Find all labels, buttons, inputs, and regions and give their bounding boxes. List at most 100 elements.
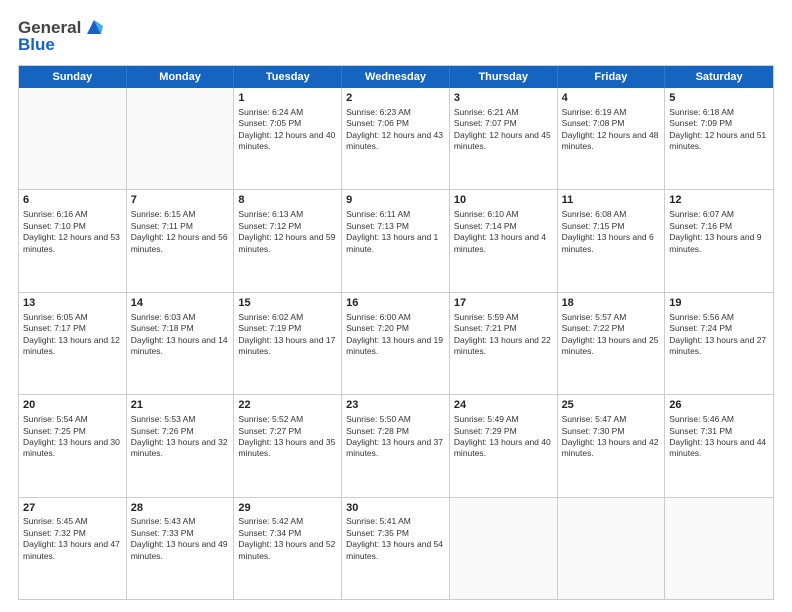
- calendar: SundayMondayTuesdayWednesdayThursdayFrid…: [18, 65, 774, 600]
- sunrise-text: Sunrise: 5:57 AM: [562, 312, 627, 322]
- day-number: 12: [669, 193, 769, 208]
- week-row-3: 13Sunrise: 6:05 AMSunset: 7:17 PM Dayligh…: [19, 293, 773, 395]
- sunrise-text: Sunrise: 6:23 AM: [346, 107, 411, 117]
- sunrise-text: Sunrise: 5:56 AM: [669, 312, 734, 322]
- day-number: 27: [23, 501, 122, 516]
- day-cell-8: 8Sunrise: 6:13 AMSunset: 7:12 PMDaylight…: [234, 190, 342, 291]
- sunset-text: Sunset: 7:30 PM: [562, 426, 625, 436]
- sunset-text: Sunset: 7:28 PM: [346, 426, 409, 436]
- day-number: 24: [454, 398, 553, 413]
- day-cell-4: 4Sunrise: 6:19 AMSunset: 7:08 PMDaylight…: [558, 88, 666, 189]
- sunset-text: Sunset: 7:34 PM: [238, 528, 301, 538]
- calendar-body: 1Sunrise: 6:24 AMSunset: 7:05 PMDaylight…: [19, 88, 773, 599]
- sunset-text: Sunset: 7:26 PM: [131, 426, 194, 436]
- sunset-text: Sunset: 7:13 PM: [346, 221, 409, 231]
- weekday-header-wednesday: Wednesday: [342, 66, 450, 88]
- day-number: 22: [238, 398, 337, 413]
- logo-blue-text: Blue: [18, 35, 105, 55]
- day-number: 7: [131, 193, 230, 208]
- sunrise-text: Sunrise: 5:53 AM: [131, 414, 196, 424]
- day-cell-21: 21Sunrise: 5:53 AMSunset: 7:26 PMDayligh…: [127, 395, 235, 496]
- sunset-text: Sunset: 7:32 PM: [23, 528, 86, 538]
- day-number: 4: [562, 91, 661, 106]
- day-cell-23: 23Sunrise: 5:50 AM Sunset: 7:28 PMDayligh…: [342, 395, 450, 496]
- daylight-text: Daylight: 13 hours and 4 minutes.: [454, 232, 546, 253]
- day-cell-24: 24Sunrise: 5:49 AMSunset: 7:29 PMDayligh…: [450, 395, 558, 496]
- sunset-text: Sunset: 7:17 PM: [23, 323, 86, 333]
- day-number: 23: [346, 398, 445, 413]
- week-row-1: 1Sunrise: 6:24 AMSunset: 7:05 PMDaylight…: [19, 88, 773, 190]
- day-number: 11: [562, 193, 661, 208]
- daylight-text: Daylight: 13 hours and 37 minutes.: [346, 437, 443, 458]
- daylight-text: Daylight: 12 hours and 48 minutes.: [562, 130, 659, 151]
- day-number: 5: [669, 91, 769, 106]
- sunrise-text: Sunrise: 5:43 AM: [131, 516, 196, 526]
- sunrise-text: Sunrise: 6:15 AM: [131, 209, 196, 219]
- sunrise-text: Sunrise: 6:00 AM: [346, 312, 411, 322]
- day-cell-30: 30Sunrise: 5:41 AMSunset: 7:35 PMDayligh…: [342, 498, 450, 599]
- day-cell-6: 6Sunrise: 6:16 AMSunset: 7:10 PMDaylight…: [19, 190, 127, 291]
- day-cell-10: 10Sunrise: 6:10 AMSunset: 7:14 PMDayligh…: [450, 190, 558, 291]
- daylight-text: Daylight: 13 hours and 14 minutes.: [131, 335, 228, 356]
- day-number: 19: [669, 296, 769, 311]
- day-number: 2: [346, 91, 445, 106]
- day-cell-27: 27Sunrise: 5:45 AMSunset: 7:32 PMDayligh…: [19, 498, 127, 599]
- week-row-5: 27Sunrise: 5:45 AMSunset: 7:32 PMDayligh…: [19, 498, 773, 599]
- sunrise-text: Sunrise: 6:02 AM: [238, 312, 303, 322]
- sunset-text: Sunset: 7:20 PM: [346, 323, 409, 333]
- sunset-text: Sunset: 7:16 PM: [669, 221, 732, 231]
- sunset-text: Sunset: 7:35 PM: [346, 528, 409, 538]
- sunset-text: Sunset: 7:05 PM: [238, 118, 301, 128]
- day-number: 30: [346, 501, 445, 516]
- day-number: 6: [23, 193, 122, 208]
- sunset-text: Sunset: 7:06 PM: [346, 118, 409, 128]
- logo-icon: [83, 16, 105, 38]
- sunrise-text: Sunrise: 5:49 AM: [454, 414, 519, 424]
- weekday-header-saturday: Saturday: [665, 66, 773, 88]
- day-cell-1: 1Sunrise: 6:24 AMSunset: 7:05 PMDaylight…: [234, 88, 342, 189]
- day-number: 13: [23, 296, 122, 311]
- day-cell-20: 20Sunrise: 5:54 AMSunset: 7:25 PMDayligh…: [19, 395, 127, 496]
- sunrise-text: Sunrise: 5:41 AM: [346, 516, 411, 526]
- daylight-text: Daylight: 13 hours and 44 minutes.: [669, 437, 766, 458]
- daylight-text: Daylight: 13 hours and 12 minutes.: [23, 335, 120, 356]
- sunset-text: Sunset: 7:09 PM: [669, 118, 732, 128]
- sunset-text: Sunset: 7:24 PM: [669, 323, 732, 333]
- sunset-text: Sunset: 7:11 PM: [131, 221, 193, 231]
- sunrise-text: Sunrise: 6:05 AM: [23, 312, 88, 322]
- sunrise-text: Sunrise: 6:13 AM: [238, 209, 303, 219]
- day-cell-15: 15Sunrise: 6:02 AMSunset: 7:19 PMDayligh…: [234, 293, 342, 394]
- daylight-text: Daylight: 13 hours and 49 minutes.: [131, 539, 228, 560]
- day-number: 1: [238, 91, 337, 106]
- day-cell-12: 12Sunrise: 6:07 AMSunset: 7:16 PMDayligh…: [665, 190, 773, 291]
- day-number: 16: [346, 296, 445, 311]
- day-number: 14: [131, 296, 230, 311]
- sunset-text: Sunset: 7:19 PM: [238, 323, 301, 333]
- day-number: 20: [23, 398, 122, 413]
- daylight-text: Daylight: 13 hours and 17 minutes.: [238, 335, 335, 356]
- daylight-text: Daylight: 13 hours and 6 minutes.: [562, 232, 654, 253]
- sunset-text: Sunset: 7:33 PM: [131, 528, 194, 538]
- day-cell-11: 11Sunrise: 6:08 AMSunset: 7:15 PMDayligh…: [558, 190, 666, 291]
- day-number: 18: [562, 296, 661, 311]
- sunrise-text: Sunrise: 6:10 AM: [454, 209, 519, 219]
- calendar-header: SundayMondayTuesdayWednesdayThursdayFrid…: [19, 66, 773, 88]
- sunset-text: Sunset: 7:10 PM: [23, 221, 86, 231]
- sunrise-text: Sunrise: 6:16 AM: [23, 209, 88, 219]
- sunrise-text: Sunrise: 5:50 AM: [346, 414, 411, 424]
- sunrise-text: Sunrise: 5:52 AM: [238, 414, 303, 424]
- page: General Blue SundayMondayTuesdayWednesda…: [0, 0, 792, 612]
- week-row-4: 20Sunrise: 5:54 AMSunset: 7:25 PMDayligh…: [19, 395, 773, 497]
- sunset-text: Sunset: 7:07 PM: [454, 118, 517, 128]
- empty-cell: [450, 498, 558, 599]
- sunrise-text: Sunrise: 6:18 AM: [669, 107, 734, 117]
- daylight-text: Daylight: 13 hours and 30 minutes.: [23, 437, 120, 458]
- sunset-text: Sunset: 7:14 PM: [454, 221, 517, 231]
- daylight-text: Daylight: 13 hours and 9 minutes.: [669, 232, 761, 253]
- day-cell-25: 25Sunrise: 5:47 AMSunset: 7:30 PMDayligh…: [558, 395, 666, 496]
- daylight-text: Daylight: 12 hours and 59 minutes.: [238, 232, 335, 253]
- day-number: 9: [346, 193, 445, 208]
- day-cell-19: 19Sunrise: 5:56 AMSunset: 7:24 PMDayligh…: [665, 293, 773, 394]
- daylight-text: Daylight: 13 hours and 40 minutes.: [454, 437, 551, 458]
- daylight-text: Daylight: 13 hours and 32 minutes.: [131, 437, 228, 458]
